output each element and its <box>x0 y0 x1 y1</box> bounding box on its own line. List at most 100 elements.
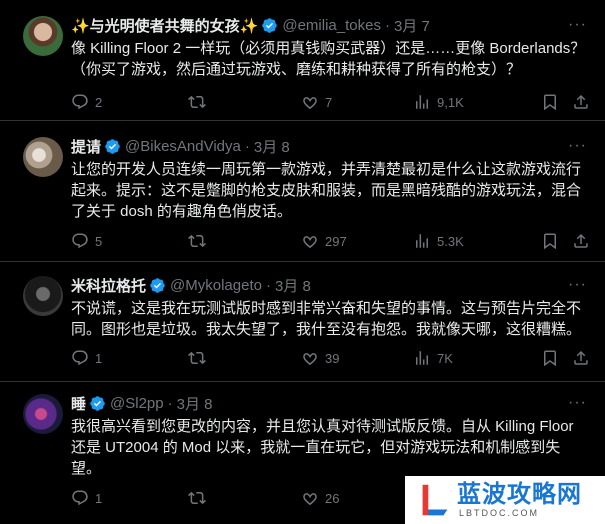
reply-button[interactable]: 5 <box>71 232 102 250</box>
user-handle[interactable]: @Mykolageto <box>170 277 262 294</box>
more-options-icon[interactable]: ··· <box>568 276 587 294</box>
retweet-button[interactable] <box>188 489 212 507</box>
views-button[interactable]: 7K <box>413 349 453 367</box>
reply-count: 5 <box>95 233 103 249</box>
like-button[interactable]: 39 <box>301 349 339 367</box>
avatar[interactable] <box>23 394 63 434</box>
watermark-subtitle: LBTDOC.COM <box>459 508 540 518</box>
more-options-icon[interactable]: ··· <box>568 394 587 412</box>
tweet[interactable]: 米科拉格托 @Mykolageto · 3月 8 ··· 不说谎，这是我在玩测试… <box>0 262 605 382</box>
more-options-icon[interactable]: ··· <box>568 137 587 155</box>
tweet[interactable]: ✨与光明使者共舞的女孩✨ @emilia_tokes · 3月 7 ··· 像 … <box>0 0 605 121</box>
watermark-logo-icon <box>422 484 448 516</box>
views-button[interactable]: 5.3K <box>413 232 464 250</box>
bookmark-icon <box>544 94 556 111</box>
watermark-title: 蓝波攻略网 <box>457 481 582 508</box>
share-icon <box>574 233 588 248</box>
tweet-actions: 5 297 5.3K <box>71 231 597 251</box>
reply-count: 1 <box>95 350 103 366</box>
reply-icon <box>72 233 88 249</box>
bookmark-icon <box>544 350 556 367</box>
heart-icon <box>303 97 317 110</box>
views-icon <box>416 351 428 365</box>
separator-dot: · <box>265 276 271 294</box>
bookmark-icon <box>544 233 556 250</box>
user-handle[interactable]: @Sl2pp <box>110 395 164 412</box>
display-name[interactable]: 米科拉格托 <box>71 275 146 296</box>
views-button[interactable]: 9,1K <box>413 93 464 111</box>
tweet-text: 让您的开发人员连续一周玩第一款游戏，并弄清楚最初是什么让这款游戏流行起来。提示：… <box>71 161 582 220</box>
reply-icon <box>72 350 88 366</box>
share-button[interactable] <box>572 349 590 367</box>
retweet-button[interactable] <box>188 232 212 250</box>
tweet-header: 提请 @BikesAndVidya · 3月 8 <box>71 135 595 157</box>
bookmark-button[interactable] <box>541 93 559 111</box>
reply-button[interactable]: 1 <box>71 349 102 367</box>
like-button[interactable]: 297 <box>301 232 347 250</box>
display-name[interactable]: ✨与光明使者共舞的女孩✨ <box>71 15 258 36</box>
tweet-header: ✨与光明使者共舞的女孩✨ @emilia_tokes · 3月 7 <box>71 14 595 36</box>
bookmark-button[interactable] <box>541 349 559 367</box>
display-name[interactable]: 提请 <box>71 136 101 157</box>
verified-badge-icon <box>150 277 165 293</box>
tweet-header: 睡 @Sl2pp · 3月 8 <box>71 392 595 414</box>
share-icon <box>574 350 588 365</box>
tweet-actions: 1 39 7K <box>71 348 597 368</box>
verified-badge-icon <box>90 395 105 411</box>
retweet-button[interactable] <box>188 349 212 367</box>
tweet-date[interactable]: 3月 8 <box>275 275 311 296</box>
like-count: 7 <box>325 94 333 110</box>
retweet-icon <box>188 234 206 248</box>
tweet-text: 不说谎，这是我在玩测试版时感到非常兴奋和失望的事情。这与预告片完全不同。图形也是… <box>71 300 582 338</box>
separator-dot: · <box>244 137 250 155</box>
views-count: 9,1K <box>437 94 464 110</box>
share-button[interactable] <box>572 232 590 250</box>
separator-dot: · <box>167 394 173 412</box>
site-watermark: 蓝波攻略网 LBTDOC.COM <box>405 476 605 524</box>
user-handle[interactable]: @BikesAndVidya <box>125 138 241 155</box>
views-count: 7K <box>437 350 453 366</box>
user-handle[interactable]: @emilia_tokes <box>282 17 381 34</box>
tweet[interactable]: 提请 @BikesAndVidya · 3月 8 ··· 让您的开发人员连续一周… <box>0 121 605 262</box>
separator-dot: · <box>384 16 390 34</box>
like-button[interactable]: 26 <box>301 489 339 507</box>
views-icon <box>416 234 428 248</box>
like-count: 39 <box>325 350 340 366</box>
tweet-feed: ✨与光明使者共舞的女孩✨ @emilia_tokes · 3月 7 ··· 像 … <box>0 0 605 524</box>
reply-count: 2 <box>95 94 103 110</box>
bookmark-button[interactable] <box>541 232 559 250</box>
avatar[interactable] <box>23 16 63 56</box>
views-count: 5.3K <box>437 233 464 249</box>
tweet-header: 米科拉格托 @Mykolageto · 3月 8 <box>71 274 595 296</box>
avatar[interactable] <box>23 137 63 177</box>
share-button[interactable] <box>572 93 590 111</box>
retweet-icon <box>188 351 206 365</box>
tweet-date[interactable]: 3月 8 <box>254 136 290 157</box>
more-options-icon[interactable]: ··· <box>568 16 587 34</box>
reply-button[interactable]: 2 <box>71 93 102 111</box>
reply-icon <box>72 490 88 506</box>
share-icon <box>574 94 588 109</box>
retweet-button[interactable] <box>188 93 212 111</box>
tweet-actions: 2 7 9,1K <box>71 92 597 112</box>
heart-icon <box>303 493 317 506</box>
avatar[interactable] <box>23 276 63 316</box>
heart-icon <box>303 353 317 366</box>
like-count: 26 <box>325 490 340 506</box>
reply-button[interactable]: 1 <box>71 489 102 507</box>
reply-count: 1 <box>95 490 103 506</box>
reply-icon <box>72 94 88 110</box>
tweet-date[interactable]: 3月 7 <box>394 15 430 36</box>
retweet-icon <box>188 95 206 109</box>
views-icon <box>416 95 428 109</box>
like-count: 297 <box>325 233 347 249</box>
like-button[interactable]: 7 <box>301 93 332 111</box>
retweet-icon <box>188 491 206 505</box>
heart-icon <box>303 236 317 249</box>
tweet-text: 像 Killing Floor 2 一样玩（必须用真钱购买武器）还是……更像 B… <box>71 40 586 78</box>
verified-badge-icon <box>262 17 278 33</box>
tweet-text: 我很高兴看到您更改的内容，并且您认真对待测试版反馈。自从 Killing Flo… <box>71 418 574 477</box>
verified-badge-icon <box>105 138 120 154</box>
tweet-date[interactable]: 3月 8 <box>177 393 213 414</box>
display-name[interactable]: 睡 <box>71 393 86 414</box>
